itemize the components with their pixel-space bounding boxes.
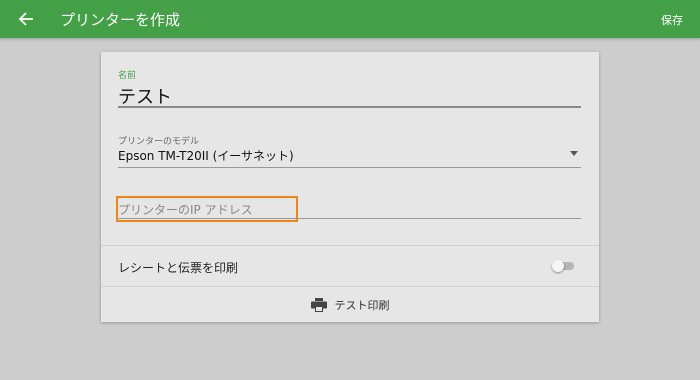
- ip-address-field[interactable]: [116, 196, 581, 225]
- name-field-underline: [118, 106, 581, 108]
- printer-model-label: プリンターのモデル: [118, 137, 200, 147]
- print-receipt-toggle[interactable]: [552, 260, 574, 272]
- save-button[interactable]: 保存: [661, 12, 683, 28]
- back-button[interactable]: [14, 8, 38, 30]
- ip-address-underline: [118, 218, 581, 219]
- name-field-label: 名前: [118, 71, 137, 81]
- printer-model-underline: [118, 167, 581, 168]
- print-receipt-row[interactable]: レシートと伝票を印刷: [101, 246, 599, 286]
- printer-form-card: 名前 テスト プリンターのモデル Epson TM-T20II (イーサネット)…: [101, 52, 599, 322]
- test-print-button[interactable]: テスト印刷: [101, 287, 599, 322]
- dropdown-arrow-icon[interactable]: [570, 151, 578, 156]
- ip-address-input[interactable]: [118, 201, 581, 219]
- toggle-thumb: [552, 260, 564, 272]
- printer-icon: [310, 297, 327, 312]
- test-print-label: テスト印刷: [334, 298, 390, 312]
- page-title: プリンターを作成: [60, 11, 181, 29]
- app-bar: プリンターを作成 保存: [0, 0, 700, 38]
- printer-model-select[interactable]: Epson TM-T20II (イーサネット): [118, 147, 294, 164]
- arrow-left-icon: [18, 12, 33, 26]
- print-receipt-label: レシートと伝票を印刷: [118, 261, 239, 275]
